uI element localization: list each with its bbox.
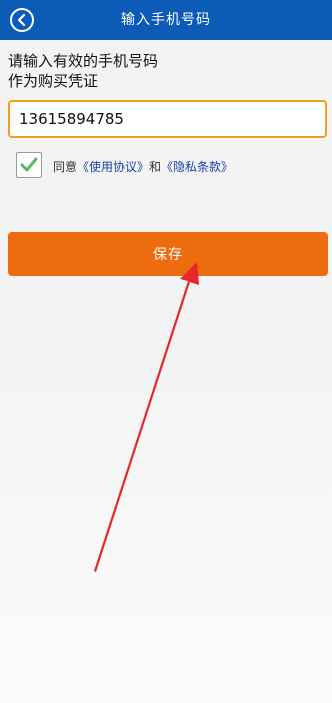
instruction-text: 请输入有效的手机号码 作为购买凭证	[8, 51, 318, 91]
agree-prefix: 同意	[53, 160, 78, 174]
arrow-shape	[94, 262, 199, 572]
terms-of-use-link[interactable]: 《使用协议》	[77, 160, 149, 174]
save-button[interactable]: 保存	[8, 232, 328, 276]
agree-conjunction: 和	[149, 160, 162, 174]
checkmark-icon	[20, 157, 38, 172]
agreement-text: 同意《使用协议》和《隐私条款》	[53, 158, 233, 175]
agree-checkbox[interactable]	[16, 152, 42, 178]
instruction-line-1: 请输入有效的手机号码	[8, 52, 159, 70]
phone-number-input[interactable]	[8, 100, 327, 138]
privacy-policy-link[interactable]: 《隐私条款》	[161, 160, 233, 174]
app-header: 输入手机号码	[0, 0, 332, 40]
page-title: 输入手机号码	[121, 12, 211, 28]
instruction-line-2: 作为购买凭证	[8, 72, 99, 90]
